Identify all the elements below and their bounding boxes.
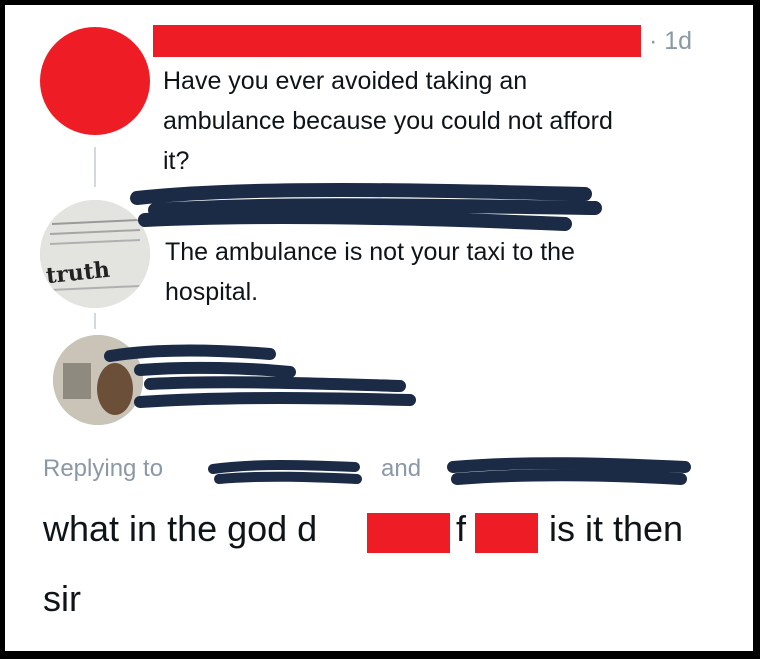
replying-to-label: Replying to [43,455,164,482]
reply-text: sir [43,578,81,619]
tweet-text-line: it? [163,147,190,175]
reply-text: is it then [549,508,684,549]
and-label: and [381,455,422,482]
tweet-text-line: ambulance because you could not afford [163,107,613,135]
tweet-text-line: The ambulance is not your taxi to the [165,238,575,266]
tweet-text-line: Have you ever avoided taking an [163,67,528,95]
mention-scribble [447,457,691,485]
username-scribble [104,344,416,408]
thread-line [94,313,96,329]
username-redaction [153,25,641,57]
thread-line [94,147,96,187]
tweet-text-line: hospital. [165,278,259,306]
username-scribble [130,183,602,231]
screenshot-frame: · 1d Have you ever avoided taking an amb… [5,5,753,651]
reply-text: what in the god d [43,508,318,549]
tweet-timestamp[interactable]: · 1d [649,27,692,56]
word-redaction [475,513,538,553]
mention-scribble [208,460,362,484]
reply-text: f [456,508,467,549]
avatar-redacted[interactable] [40,27,150,135]
word-redaction [367,513,450,553]
